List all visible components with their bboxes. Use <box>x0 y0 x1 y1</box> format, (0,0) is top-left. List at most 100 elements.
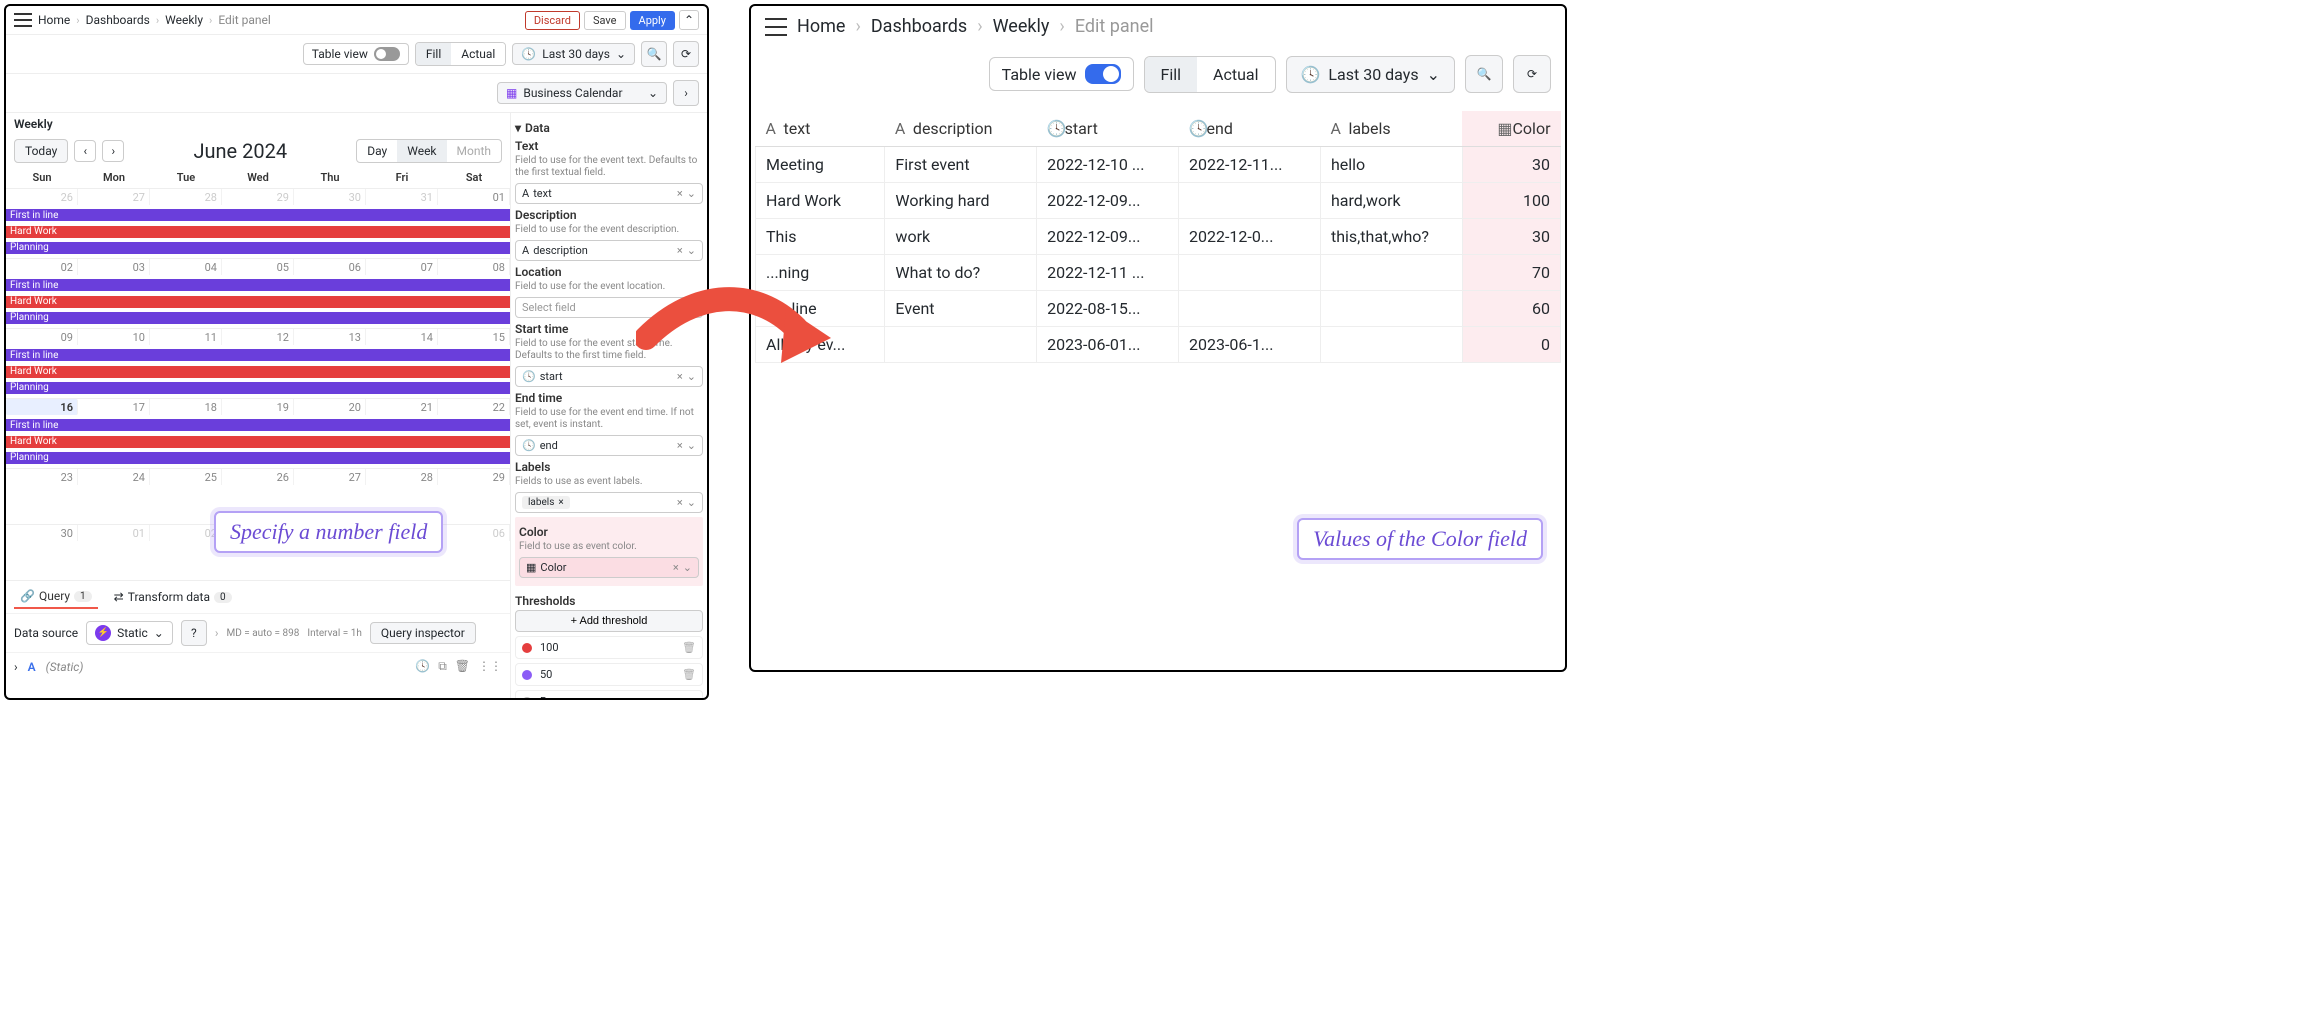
col-labels[interactable]: Alabels <box>1320 111 1462 147</box>
day-cell[interactable]: 02 <box>6 259 78 275</box>
crumb-weekly[interactable]: Weekly <box>165 13 203 27</box>
fill-button[interactable]: Fill <box>416 43 451 65</box>
threshold-color-dot[interactable] <box>522 643 532 653</box>
query-inspector-button[interactable]: Query inspector <box>370 622 476 644</box>
week-view-button[interactable]: Week <box>397 140 446 162</box>
fill-actual-toggle[interactable]: Fill Actual <box>1144 56 1276 93</box>
trash-icon[interactable]: 🗑 <box>682 668 696 681</box>
crumb-dashboards[interactable]: Dashboards <box>871 16 967 37</box>
open-right-panel-button[interactable]: › <box>673 80 699 106</box>
col-start[interactable]: 🕓start <box>1037 111 1179 147</box>
crumb-weekly[interactable]: Weekly <box>993 16 1050 37</box>
day-cell[interactable]: 22 <box>438 399 510 415</box>
clear-icon[interactable]: × <box>677 244 683 257</box>
day-cell[interactable]: 27 <box>78 189 150 205</box>
threshold-row[interactable]: 50 🗑 <box>515 663 703 686</box>
datasource-select[interactable]: ⚡ Static ⌄ <box>86 621 173 645</box>
event-hard-work[interactable]: Hard Work <box>6 436 510 448</box>
day-cell[interactable]: 17 <box>78 399 150 415</box>
day-cell[interactable]: 30 <box>294 189 366 205</box>
clear-icon[interactable]: × <box>673 561 679 574</box>
zoom-out-button[interactable]: 🔍 <box>1465 55 1503 93</box>
transform-tab[interactable]: ⇄ Transform data 0 <box>108 586 238 608</box>
hamburger-icon[interactable] <box>14 13 32 27</box>
refresh-button[interactable]: ⟳ <box>1513 55 1551 93</box>
day-cell[interactable]: 01 <box>78 525 150 541</box>
threshold-value[interactable]: 50 <box>540 668 552 681</box>
ds-help-button[interactable]: ? <box>181 620 207 646</box>
event-planning[interactable]: Planning <box>6 242 510 254</box>
end-field-select[interactable]: 🕓end ×⌄ <box>515 435 703 456</box>
table-view-toggle[interactable]: Table view <box>989 57 1134 91</box>
zoom-out-button[interactable]: 🔍 <box>641 41 667 67</box>
table-row[interactable]: Hard Work Working hard 2022-12-09... har… <box>756 183 1561 219</box>
duplicate-icon[interactable]: ⧉ <box>438 659 447 674</box>
event-planning[interactable]: Planning <box>6 382 510 394</box>
event-first-in-line[interactable]: First in line <box>6 209 510 221</box>
day-cell[interactable]: 02 <box>150 525 222 541</box>
table-row[interactable]: Meeting First event 2022-12-10 ... 2022-… <box>756 147 1561 183</box>
hamburger-icon[interactable] <box>765 18 787 36</box>
day-cell[interactable]: 20 <box>294 399 366 415</box>
prev-button[interactable]: ‹ <box>74 140 96 162</box>
event-first-in-line[interactable]: First in line <box>6 279 510 291</box>
day-cell[interactable]: 03 <box>78 259 150 275</box>
clock-icon[interactable]: 🕓 <box>415 659 430 674</box>
day-cell[interactable]: 05 <box>222 259 294 275</box>
chevron-right-icon[interactable]: › <box>215 626 219 640</box>
day-cell[interactable]: 29 <box>222 189 294 205</box>
day-cell[interactable]: 13 <box>294 329 366 345</box>
calendar-view-toggle[interactable]: Day Week Month <box>356 139 502 163</box>
day-cell[interactable]: 31 <box>366 189 438 205</box>
crumb-dashboards[interactable]: Dashboards <box>86 13 150 27</box>
text-field-select[interactable]: Atext ×⌄ <box>515 183 703 204</box>
day-cell[interactable]: 09 <box>6 329 78 345</box>
day-cell[interactable]: 29 <box>438 469 510 485</box>
col-text[interactable]: Atext <box>756 111 885 147</box>
collapse-toolbar-button[interactable]: ⌃ <box>679 10 699 30</box>
threshold-color-dot[interactable] <box>522 697 532 699</box>
chip-close-icon[interactable]: × <box>558 497 563 508</box>
day-cell[interactable]: 28 <box>150 189 222 205</box>
clear-icon[interactable]: × <box>677 187 683 200</box>
save-button[interactable]: Save <box>584 11 626 30</box>
table-view-toggle[interactable]: Table view <box>303 43 409 65</box>
crumb-home[interactable]: Home <box>38 13 70 27</box>
table-row[interactable]: ...ning What to do? 2022-12-11 ... 70 <box>756 255 1561 291</box>
day-cell[interactable]: 04 <box>150 259 222 275</box>
day-cell[interactable]: 15 <box>438 329 510 345</box>
desc-field-select[interactable]: Adescription ×⌄ <box>515 240 703 261</box>
drag-icon[interactable]: ⋮⋮ <box>478 659 502 674</box>
day-cell[interactable]: 07 <box>366 259 438 275</box>
query-tab[interactable]: 🔗 Query 1 <box>14 585 98 609</box>
today-button[interactable]: Today <box>14 139 68 163</box>
threshold-value[interactable]: 100 <box>540 641 559 654</box>
apply-button[interactable]: Apply <box>630 11 675 30</box>
clear-icon[interactable]: × <box>677 439 683 452</box>
next-button[interactable]: › <box>102 140 124 162</box>
threshold-row-base[interactable]: Base <box>515 690 703 698</box>
trash-icon[interactable]: 🗑 <box>682 641 696 654</box>
event-hard-work[interactable]: Hard Work <box>6 296 510 308</box>
col-end[interactable]: 🕓end <box>1179 111 1321 147</box>
table-row[interactable]: ...n line Event 2022-08-15... 60 <box>756 291 1561 327</box>
time-range-picker[interactable]: 🕓 Last 30 days ⌄ <box>1286 56 1456 93</box>
day-cell[interactable]: 14 <box>366 329 438 345</box>
day-view-button[interactable]: Day <box>357 140 397 162</box>
day-cell[interactable]: 26 <box>222 469 294 485</box>
switch-on-icon[interactable] <box>1085 64 1121 84</box>
day-cell[interactable]: 23 <box>6 469 78 485</box>
col-description[interactable]: Adescription <box>885 111 1037 147</box>
table-row[interactable]: This work 2022-12-09... 2022-12-0... thi… <box>756 219 1561 255</box>
labels-field-select[interactable]: labels× ×⌄ <box>515 492 703 513</box>
day-cell[interactable]: 01 <box>438 189 510 205</box>
day-cell[interactable]: 30 <box>6 525 78 541</box>
add-threshold-button[interactable]: + Add threshold <box>515 610 703 632</box>
event-first-in-line[interactable]: First in line <box>6 419 510 431</box>
day-cell[interactable]: 24 <box>78 469 150 485</box>
day-cell[interactable]: 06 <box>438 525 510 541</box>
day-cell-today[interactable]: 16 <box>6 399 78 415</box>
discard-button[interactable]: Discard <box>525 11 580 30</box>
day-cell[interactable]: 28 <box>366 469 438 485</box>
fill-button[interactable]: Fill <box>1145 57 1198 92</box>
